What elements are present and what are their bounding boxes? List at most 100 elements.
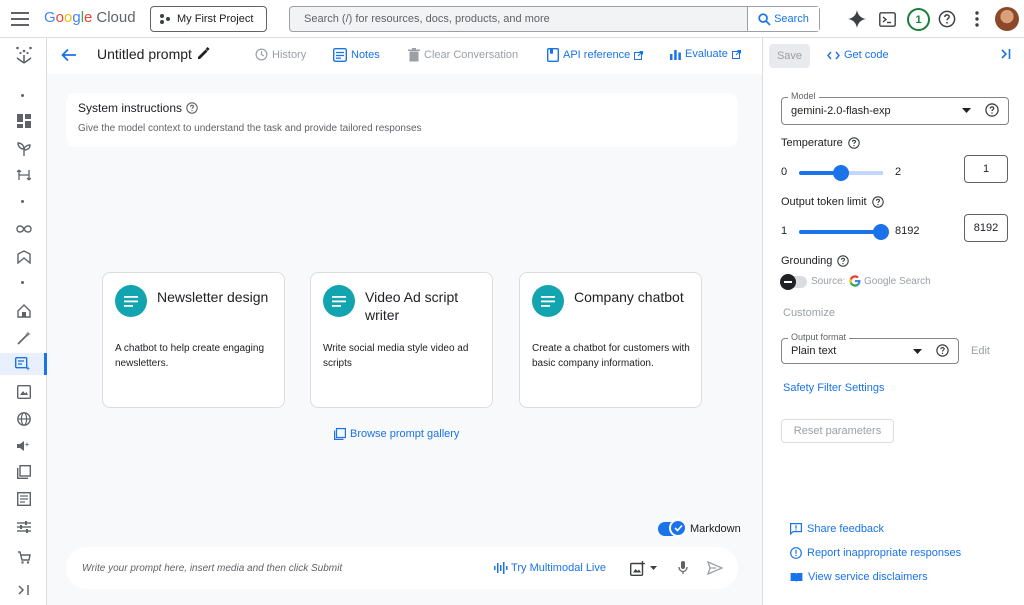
globe-icon[interactable] <box>0 408 47 430</box>
sprout-icon[interactable] <box>0 138 47 160</box>
main-menu-icon[interactable] <box>8 7 32 31</box>
markdown-toggle[interactable] <box>658 519 687 537</box>
insert-media-icon[interactable] <box>628 559 646 577</box>
prompt-input[interactable]: Write your prompt here, insert media and… <box>82 563 494 574</box>
help-icon[interactable] <box>848 137 860 149</box>
token-min: 1 <box>781 225 788 237</box>
search-button-label: Search <box>774 13 809 25</box>
evaluate-link[interactable]: Evaluate <box>670 48 741 60</box>
trash-icon <box>408 48 420 62</box>
gallery-icon[interactable] <box>0 461 47 483</box>
api-reference-link[interactable]: API reference <box>547 48 644 62</box>
cloud-shell-icon[interactable] <box>877 9 897 29</box>
get-code-button[interactable]: Get code <box>827 49 889 61</box>
logo-google: Google <box>44 9 93 26</box>
help-icon[interactable] <box>837 255 850 267</box>
clear-label: Clear Conversation <box>424 49 519 61</box>
dropdown-arrow-icon <box>913 349 922 354</box>
infinity-icon[interactable] <box>0 218 47 240</box>
token-limit-label-group: Output token limit <box>781 196 884 208</box>
media-studio-icon[interactable] <box>0 381 47 403</box>
history-label: History <box>272 48 307 61</box>
book-icon <box>547 48 559 62</box>
grounding-label: Grounding <box>781 255 833 267</box>
avatar[interactable] <box>995 7 1019 31</box>
search-input[interactable]: Search (/) for resources, docs, products… <box>290 13 747 25</box>
collapse-panel-icon[interactable] <box>998 47 1014 63</box>
system-instructions-description: Give the model context to understand the… <box>78 123 422 134</box>
try-multimodal-live-button[interactable]: Try Multimodal Live <box>494 562 606 574</box>
freeform-prompt-icon[interactable] <box>0 353 47 375</box>
search-button[interactable]: Search <box>747 7 819 31</box>
model-select[interactable]: Model gemini-2.0-flash-exp <box>781 91 1009 125</box>
expand-rail-icon[interactable] <box>0 579 47 601</box>
page-title[interactable]: Untitled prompt <box>97 46 192 62</box>
notifications-badge[interactable]: 1 <box>907 8 930 31</box>
output-format-label: Output format <box>788 332 850 342</box>
clear-conversation-button[interactable]: Clear Conversation <box>408 48 518 62</box>
try-live-label: Try Multimodal Live <box>511 562 606 574</box>
service-disclaimers-link[interactable]: View service disclaimers <box>790 571 928 583</box>
edit-output-format-button[interactable]: Edit <box>971 345 990 357</box>
docs-icon[interactable] <box>0 488 47 510</box>
marketplace-icon[interactable] <box>0 546 47 568</box>
media-dropdown-icon[interactable] <box>646 559 660 577</box>
temperature-input[interactable]: 1 <box>964 155 1008 183</box>
browse-label: Browse prompt gallery <box>350 428 460 440</box>
token-limit-slider-thumb[interactable] <box>873 224 889 240</box>
send-icon[interactable] <box>706 559 724 577</box>
card-description: Create a chatbot for customers with basi… <box>532 343 690 369</box>
notes-button[interactable]: Notes <box>333 48 380 62</box>
search-bar[interactable]: Search (/) for resources, docs, products… <box>289 6 820 32</box>
temperature-label: Temperature <box>781 137 843 149</box>
safety-filter-settings-link[interactable]: Safety Filter Settings <box>783 382 885 394</box>
history-button[interactable]: History <box>255 48 306 61</box>
google-g-icon <box>849 275 861 287</box>
token-limit-slider[interactable] <box>799 224 889 240</box>
vertex-ai-logo-icon[interactable] <box>0 44 47 66</box>
prompt-input-bar: Write your prompt here, insert media and… <box>66 547 738 589</box>
card-video-ad-script-writer[interactable]: Video Ad script writer Write social medi… <box>310 272 493 408</box>
temperature-label-group: Temperature <box>781 137 860 149</box>
back-arrow-icon[interactable] <box>60 46 78 64</box>
reset-parameters-button[interactable]: Reset parameters <box>781 419 894 443</box>
disclaimers-label: View service disclaimers <box>808 571 928 583</box>
feedback-icon <box>790 523 802 535</box>
microphone-icon[interactable] <box>674 559 692 577</box>
help-icon[interactable] <box>936 344 949 357</box>
pipeline-icon[interactable] <box>0 164 47 186</box>
help-icon[interactable] <box>871 196 884 208</box>
card-newsletter-design[interactable]: Newsletter design A chatbot to help crea… <box>102 272 285 408</box>
system-instructions-box[interactable]: System instructions Give the model conte… <box>66 93 738 147</box>
project-picker[interactable]: My First Project <box>150 6 267 32</box>
card-notes-icon <box>115 285 147 317</box>
magic-wand-icon[interactable] <box>0 327 47 349</box>
report-icon <box>790 547 802 559</box>
report-inappropriate-link[interactable]: Report inappropriate responses <box>790 547 961 559</box>
help-icon[interactable] <box>186 102 198 114</box>
grounding-toggle[interactable] <box>780 274 807 290</box>
model-garden-icon[interactable] <box>0 246 47 268</box>
left-rail <box>0 38 47 605</box>
temperature-slider-thumb[interactable] <box>833 165 849 181</box>
help-icon[interactable] <box>985 103 999 117</box>
token-limit-input[interactable]: 8192 <box>964 214 1008 242</box>
speech-icon[interactable] <box>0 435 47 457</box>
dashboard-icon[interactable] <box>0 110 47 132</box>
gemini-sparkle-icon[interactable] <box>847 9 867 29</box>
model-value: gemini-2.0-flash-exp <box>791 105 891 117</box>
share-feedback-link[interactable]: Share feedback <box>790 523 884 535</box>
browse-prompt-gallery-link[interactable]: Browse prompt gallery <box>334 428 459 440</box>
token-max: 8192 <box>895 225 920 237</box>
temperature-slider[interactable] <box>799 165 883 181</box>
help-icon[interactable] <box>937 9 957 29</box>
tune-icon[interactable] <box>0 516 47 538</box>
save-button[interactable]: Save <box>769 44 810 68</box>
card-company-chatbot[interactable]: Company chatbot Create a chatbot for cus… <box>519 272 702 408</box>
more-vert-icon[interactable] <box>967 9 987 29</box>
edit-pencil-icon[interactable] <box>196 47 210 61</box>
output-format-select[interactable]: Output format Plain text <box>781 332 959 364</box>
google-cloud-logo[interactable]: Google Cloud <box>44 9 136 26</box>
home-icon[interactable] <box>0 300 47 322</box>
system-instructions-header: System instructions <box>78 101 726 115</box>
